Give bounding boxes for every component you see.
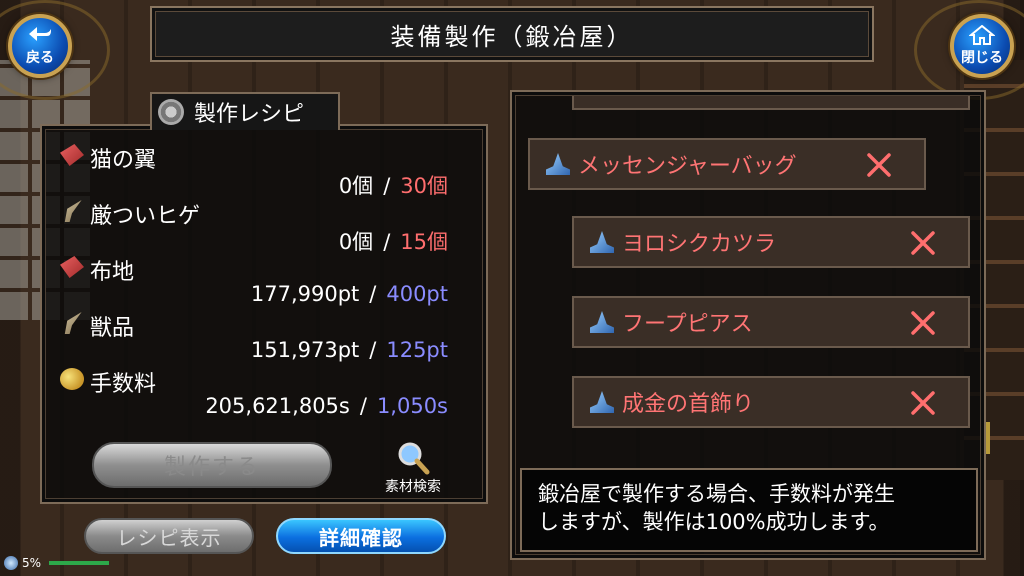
material-quantity: 0個 / 30個 <box>339 170 448 200</box>
page-title: 装備製作（鍛冶屋） <box>150 6 874 62</box>
remove-x-icon[interactable] <box>910 310 936 336</box>
list-item[interactable]: ヨロシクカツラ <box>572 216 970 268</box>
claw-icon <box>64 200 82 222</box>
home-icon <box>969 25 995 45</box>
help-message: 鍛冶屋で製作する場合、手数料が発生 しますが、製作は100%成功します。 <box>520 468 978 552</box>
recipe-item-name: 成金の首飾り <box>622 392 755 417</box>
required-amount: 15個 <box>400 230 448 254</box>
recipe-panel-header: 製作レシピ <box>150 92 340 130</box>
red-wing-icon <box>60 144 84 166</box>
material-row: 厳ついヒゲ 0個 / 15個 <box>60 198 460 254</box>
material-name: 厳ついヒゲ <box>90 204 201 229</box>
remove-x-icon[interactable] <box>910 230 936 256</box>
owned-amount: 0個 <box>338 174 374 198</box>
status-indicator: 5% <box>4 556 110 570</box>
recipe-item-name: メッセンジャーバッグ <box>578 154 797 179</box>
list-item[interactable]: メッセンジャーバッグ <box>528 138 926 190</box>
help-text-line: 鍛冶屋で製作する場合、手数料が発生 <box>538 482 895 506</box>
material-row: 布地 177,990pt / 400pt <box>60 254 460 310</box>
separator: / <box>383 174 391 198</box>
red-wing-icon <box>60 256 84 278</box>
battery-level: 5% <box>22 556 42 570</box>
back-button-label: 戻る <box>26 50 54 66</box>
wizard-hat-icon <box>590 391 614 413</box>
recipe-item-name: フープピアス <box>622 312 753 337</box>
material-name: 手数料 <box>90 372 157 397</box>
material-row: 手数料 205,621,805s / 1,050s <box>60 366 460 422</box>
wizard-hat-icon <box>590 311 614 333</box>
separator: / <box>369 338 377 362</box>
tab-recipe-view[interactable]: レシピ表示 <box>84 518 254 554</box>
remove-x-icon[interactable] <box>910 390 936 416</box>
required-amount: 400pt <box>386 282 448 306</box>
wizard-hat-icon <box>590 231 614 253</box>
help-text-line: しますが、製作は100%成功します。 <box>538 510 890 534</box>
remove-x-icon[interactable] <box>866 152 892 178</box>
tab-detail-view[interactable]: 詳細確認 <box>276 518 446 554</box>
recipe-panel-title: 製作レシピ <box>194 102 305 127</box>
gear-icon <box>158 99 184 125</box>
material-quantity: 151,973pt / 125pt <box>251 338 448 362</box>
required-amount: 30個 <box>400 174 448 198</box>
list-item[interactable]: 成金の首飾り <box>572 376 970 428</box>
wizard-hat-icon <box>546 153 570 175</box>
magnifier-icon <box>398 442 430 475</box>
material-row: 獣品 151,973pt / 125pt <box>60 310 460 366</box>
material-row: 猫の翼 0個 / 30個 <box>60 142 460 198</box>
material-quantity: 205,621,805s / 1,050s <box>205 394 448 418</box>
material-quantity: 0個 / 15個 <box>339 226 448 256</box>
separator: / <box>369 282 377 306</box>
material-name: 布地 <box>90 260 135 285</box>
material-search-button[interactable]: 素材検索 <box>368 440 458 498</box>
list-item-partial <box>572 96 970 110</box>
close-button-label: 閉じる <box>961 50 1003 66</box>
required-amount: 1,050s <box>376 394 448 418</box>
recipe-item-name: ヨロシクカツラ <box>622 232 777 257</box>
battery-icon <box>4 556 18 570</box>
owned-amount: 177,990pt <box>250 282 360 306</box>
material-quantity: 177,990pt / 400pt <box>251 282 448 306</box>
battery-bar <box>49 561 110 565</box>
coin-icon <box>60 368 84 390</box>
material-name: 獣品 <box>90 316 135 341</box>
separator: / <box>383 230 391 254</box>
claw-icon <box>64 312 82 334</box>
back-arrow-icon <box>29 27 51 41</box>
required-amount: 125pt <box>386 338 448 362</box>
owned-amount: 151,973pt <box>250 338 360 362</box>
owned-amount: 205,621,805s <box>205 394 350 418</box>
close-button[interactable]: 閉じる <box>950 14 1014 78</box>
owned-amount: 0個 <box>338 230 374 254</box>
back-button[interactable]: 戻る <box>8 14 72 78</box>
list-item[interactable]: フープピアス <box>572 296 970 348</box>
separator: / <box>359 394 367 418</box>
craft-button[interactable]: 製作する <box>92 442 332 488</box>
material-search-label: 素材検索 <box>385 479 441 495</box>
list-scrollbar[interactable] <box>986 422 990 454</box>
material-name: 猫の翼 <box>90 148 157 173</box>
